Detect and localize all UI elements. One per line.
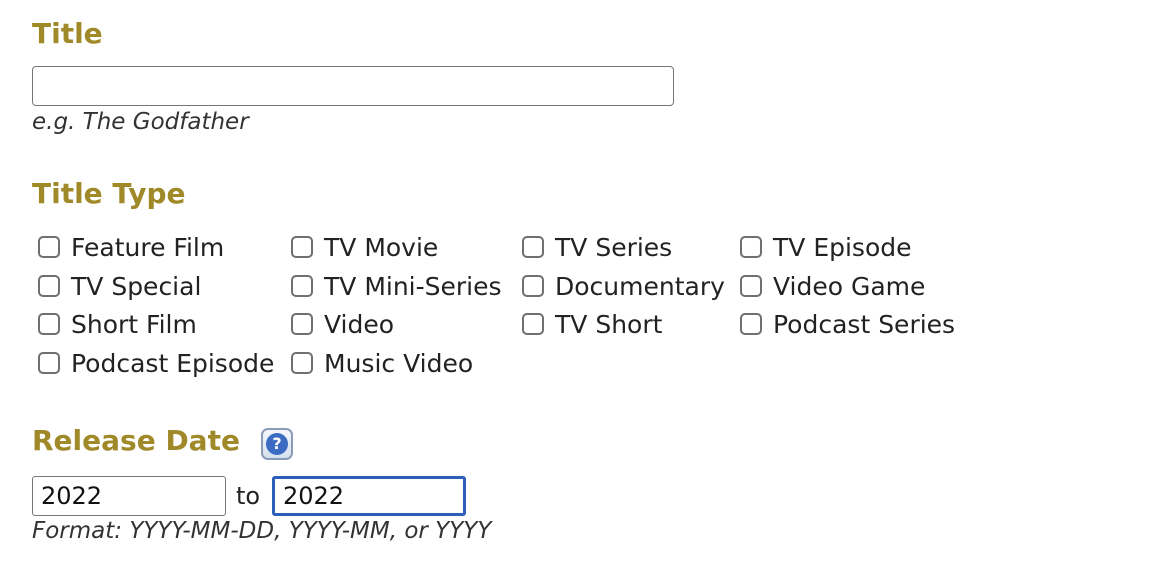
checkbox-feature-film[interactable]: Feature Film <box>38 229 224 265</box>
checkbox-label: Podcast Episode <box>71 348 275 378</box>
checkbox-box[interactable] <box>740 313 762 335</box>
checkbox-label: Short Film <box>71 309 197 339</box>
checkbox-label: TV Series <box>555 232 673 262</box>
release-date-from-input[interactable] <box>32 476 226 516</box>
checkbox-label: Video <box>324 309 395 339</box>
question-mark-icon[interactable]: ? <box>261 428 293 460</box>
checkbox-label: Feature Film <box>71 232 225 262</box>
title-input[interactable] <box>32 66 674 106</box>
release-date-heading: Release Date <box>32 424 240 457</box>
checkbox-tv-series[interactable]: TV Series <box>522 229 672 265</box>
release-date-to-input[interactable] <box>272 476 466 516</box>
checkbox-label: Podcast Series <box>773 309 956 339</box>
checkbox-box[interactable] <box>38 275 60 297</box>
checkbox-label: TV Special <box>71 271 202 301</box>
checkbox-box[interactable] <box>38 236 60 258</box>
help-glyph: ? <box>266 433 288 455</box>
checkbox-box[interactable] <box>740 275 762 297</box>
checkbox-box[interactable] <box>522 275 544 297</box>
checkbox-tv-movie[interactable]: TV Movie <box>291 229 438 265</box>
checkbox-box[interactable] <box>522 313 544 335</box>
checkbox-label: Documentary <box>555 271 725 301</box>
checkbox-box[interactable] <box>291 352 313 374</box>
checkbox-tv-short[interactable]: TV Short <box>522 306 662 342</box>
checkbox-label: TV Mini-Series <box>324 271 502 301</box>
checkbox-video-game[interactable]: Video Game <box>740 268 925 304</box>
date-format-hint: Format: YYYY-MM-DD, YYYY-MM, or YYYY <box>32 518 492 544</box>
title-heading: Title <box>32 17 103 50</box>
checkbox-tv-mini-series[interactable]: TV Mini-Series <box>291 268 502 304</box>
checkbox-box[interactable] <box>291 275 313 297</box>
checkbox-documentary[interactable]: Documentary <box>522 268 725 304</box>
checkbox-box[interactable] <box>522 236 544 258</box>
checkbox-music-video[interactable]: Music Video <box>291 345 473 381</box>
checkbox-box[interactable] <box>740 236 762 258</box>
checkbox-tv-special[interactable]: TV Special <box>38 268 201 304</box>
title-type-heading: Title Type <box>32 177 186 210</box>
title-hint: e.g. The Godfather <box>32 109 249 135</box>
checkbox-short-film[interactable]: Short Film <box>38 306 197 342</box>
checkbox-label: TV Episode <box>773 232 912 262</box>
checkbox-box[interactable] <box>291 313 313 335</box>
checkbox-box[interactable] <box>38 352 60 374</box>
checkbox-label: TV Movie <box>324 232 439 262</box>
checkbox-podcast-series[interactable]: Podcast Series <box>740 306 955 342</box>
checkbox-label: TV Short <box>555 309 663 339</box>
checkbox-video[interactable]: Video <box>291 306 394 342</box>
checkbox-label: Video Game <box>773 271 926 301</box>
checkbox-tv-episode[interactable]: TV Episode <box>740 229 912 265</box>
checkbox-box[interactable] <box>38 313 60 335</box>
checkbox-box[interactable] <box>291 236 313 258</box>
date-range-to-label: to <box>236 482 261 510</box>
checkbox-podcast-episode[interactable]: Podcast Episode <box>38 345 274 381</box>
checkbox-label: Music Video <box>324 348 474 378</box>
